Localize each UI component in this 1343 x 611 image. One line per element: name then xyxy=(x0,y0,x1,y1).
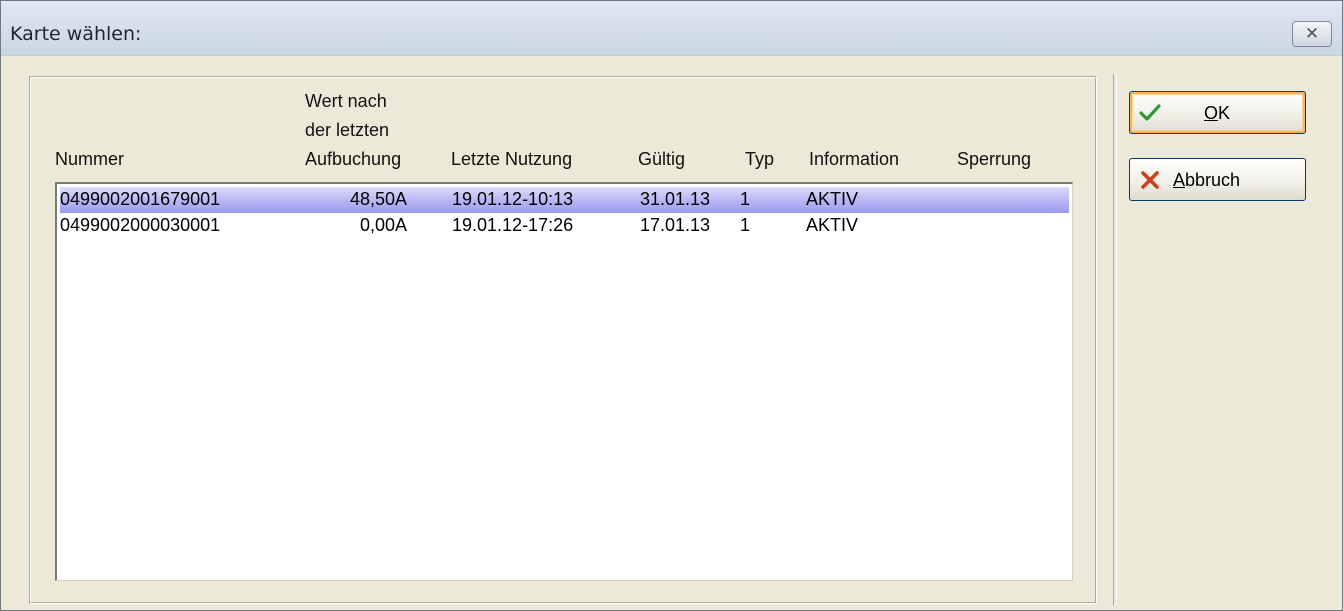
column-header-wert-line2[interactable]: der letzten xyxy=(305,118,389,142)
column-header-wert-line3[interactable]: Aufbuchung xyxy=(305,147,401,171)
card-listbox[interactable]: 0499002001679001 48,50A 19.01.12-10:13 3… xyxy=(55,182,1073,581)
cell-information: AKTIV xyxy=(806,215,859,235)
column-header-nummer[interactable]: Nummer xyxy=(55,147,124,171)
ok-button[interactable]: OK xyxy=(1129,91,1306,134)
abbruch-button-label: Abbruch xyxy=(1173,170,1241,190)
cell-typ: 1 xyxy=(740,189,751,209)
ok-button-label: OK xyxy=(1204,103,1231,123)
column-header-letzte-nutzung[interactable]: Letzte Nutzung xyxy=(451,147,572,171)
dialog-title: Karte wählen: xyxy=(10,23,142,45)
abbruch-button[interactable]: Abbruch xyxy=(1129,158,1306,201)
table-row[interactable]: 0499002000030001 0,00A 19.01.12-17:26 17… xyxy=(60,213,1069,239)
cell-letzte-nutzung: 19.01.12-17:26 xyxy=(452,215,574,235)
cell-gueltig: 17.01.13 xyxy=(640,215,711,235)
cell-wert: 48,50A xyxy=(349,189,407,209)
close-icon: ✕ xyxy=(1304,24,1320,44)
column-header-wert-line1[interactable]: Wert nach xyxy=(305,89,387,113)
cross-icon xyxy=(1141,171,1159,189)
table-row[interactable]: 0499002001679001 48,50A 19.01.12-10:13 3… xyxy=(60,187,1069,213)
cell-nummer: 0499002000030001 xyxy=(60,215,221,235)
close-button[interactable]: ✕ xyxy=(1292,21,1332,47)
check-icon xyxy=(1139,104,1161,121)
cell-nummer: 0499002001679001 xyxy=(60,189,221,209)
vertical-divider xyxy=(1113,74,1117,605)
column-header-information[interactable]: Information xyxy=(809,147,899,171)
cell-gueltig: 31.01.13 xyxy=(640,189,711,209)
cell-information: AKTIV xyxy=(806,189,859,209)
column-header-typ[interactable]: Typ xyxy=(745,147,774,171)
column-header-gueltig[interactable]: Gültig xyxy=(638,147,685,171)
card-select-dialog: Karte wählen: ✕ Nummer Wert nach der let… xyxy=(0,0,1343,611)
cell-letzte-nutzung: 19.01.12-10:13 xyxy=(452,189,574,209)
title-bar[interactable]: Karte wählen: ✕ xyxy=(1,1,1342,56)
cell-typ: 1 xyxy=(740,215,751,235)
column-header-sperrung[interactable]: Sperrung xyxy=(957,147,1031,171)
cell-wert: 0,00A xyxy=(359,215,407,235)
